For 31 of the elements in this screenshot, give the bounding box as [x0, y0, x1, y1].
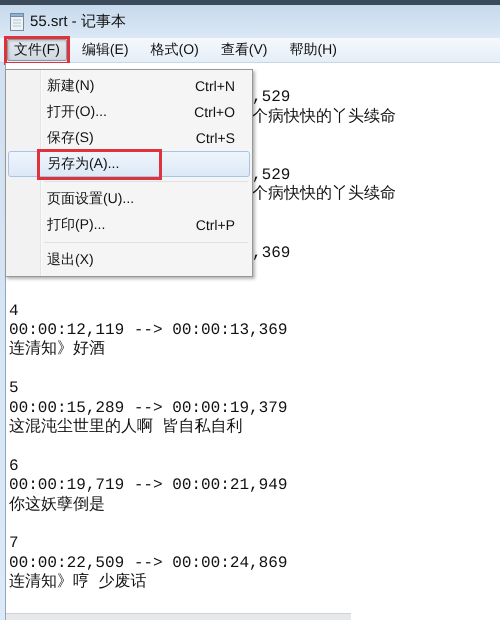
menu-option[interactable]: 页面设置(U)...	[8, 186, 250, 212]
text-line: 7	[9, 534, 19, 552]
menu-option[interactable]: 另存为(A)...	[8, 151, 250, 177]
menu-option[interactable]: 退出(X)	[8, 247, 250, 273]
text-line: 00:00:22,509 --> 00:00:24,869	[9, 554, 288, 572]
text-line: ,529	[252, 88, 290, 106]
menu-option[interactable]: 打印(P)... Ctrl+P	[8, 212, 250, 238]
text-line: 00:00:12,119 --> 00:00:13,369	[9, 321, 288, 340]
text-line: 连清知》哼 少废话	[9, 573, 147, 592]
text-line: 连清知》好酒	[9, 340, 105, 358]
menu-item[interactable]: 编辑(E)	[74, 39, 136, 61]
menu-option[interactable]: 打开(O)... Ctrl+O	[8, 99, 250, 125]
scrollbar[interactable]	[6, 613, 351, 620]
menu-item[interactable]: 格式(O)	[144, 39, 206, 61]
notepad-icon	[10, 12, 24, 30]
text-line: 5	[9, 379, 19, 398]
text-line: 你这妖孽倒是	[9, 496, 105, 514]
text-line: ,529	[252, 166, 290, 184]
text-line: 个病快快的丫头续命	[252, 108, 396, 126]
text-line: 6	[9, 456, 19, 475]
text-line: 这混沌尘世里的人啊 皆自私自利	[9, 418, 243, 436]
text-line: 00:00:19,719 --> 00:00:21,949	[9, 476, 288, 494]
text-line: 4	[9, 302, 19, 320]
menu-option[interactable]: 保存(S) Ctrl+S	[8, 125, 250, 151]
window-title: 55.srt - 记事本	[30, 12, 126, 31]
text-line: 00:00:15,289 --> 00:00:19,379	[9, 398, 288, 417]
text-line: ,369	[252, 244, 290, 262]
text-line: 个病快快的丫头续命	[252, 185, 396, 204]
menu-item[interactable]: 帮助(H)	[282, 39, 344, 61]
menu-option[interactable]: 新建(N) Ctrl+N	[8, 73, 250, 99]
menu-item[interactable]: 查看(V)	[214, 39, 274, 61]
